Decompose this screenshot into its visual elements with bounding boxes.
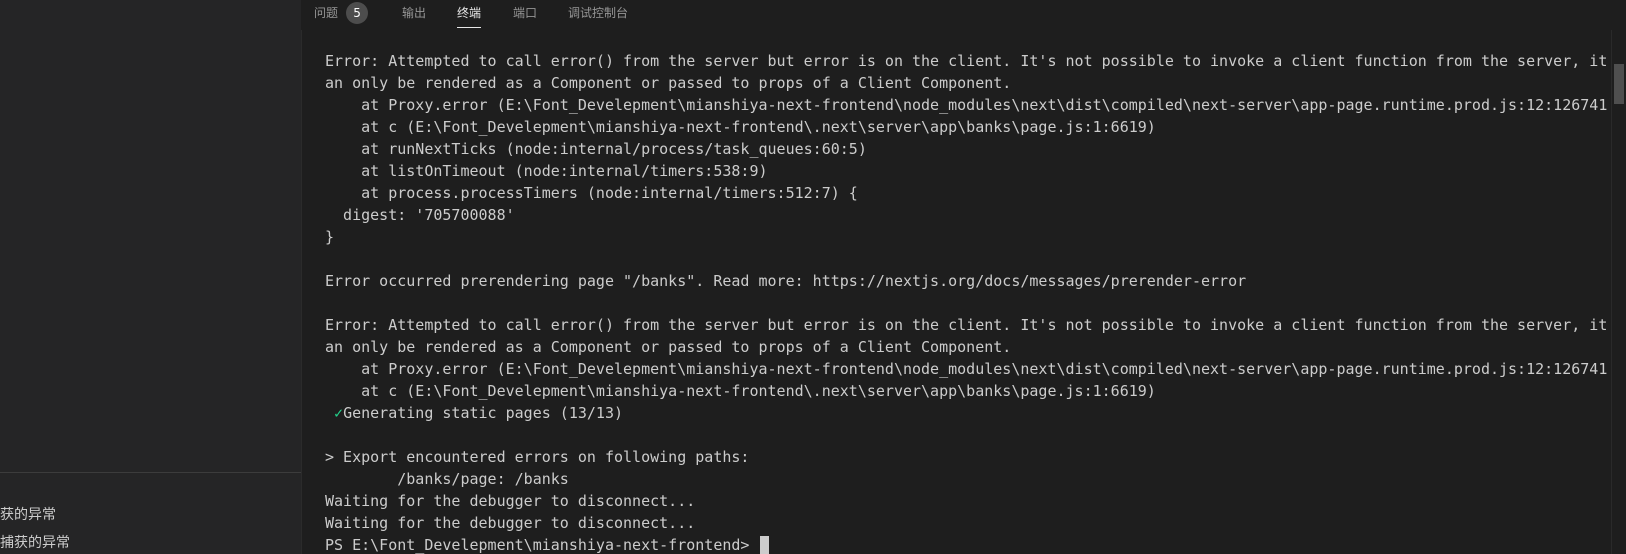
tab-debug-console[interactable]: 调试控制台	[568, 0, 628, 30]
tab-problems-label: 问题	[314, 6, 339, 20]
terminal-line: at c (E:\Font_Develepment\mianshiya-next…	[325, 118, 1156, 136]
terminal-line: }	[325, 228, 335, 246]
terminal-line: Waiting for the debugger to disconnect..…	[325, 492, 696, 510]
tab-terminal[interactable]: 终端	[457, 0, 482, 30]
terminal-line: Waiting for the debugger to disconnect..…	[325, 514, 696, 532]
terminal-output[interactable]: Error: Attempted to call error() from th…	[325, 50, 1610, 554]
terminal-line: digest: '705700088'	[325, 206, 515, 224]
terminal-line: an only be rendered as a Component or pa…	[325, 338, 1012, 356]
problems-count-badge: 5	[346, 1, 369, 24]
check-icon: ✓	[334, 404, 344, 422]
terminal-scrollbar[interactable]	[1611, 30, 1626, 554]
panel-tab-bar: 问题 5 输出 终端 端口 调试控制台	[301, 0, 1626, 30]
terminal-line-success: ✓Generating static pages (13/13)	[325, 402, 1610, 424]
scrollbar-thumb[interactable]	[1614, 64, 1624, 104]
tab-ports[interactable]: 端口	[513, 0, 537, 30]
panel-divider	[0, 472, 301, 473]
success-text: Generating static pages (13/13)	[343, 404, 624, 422]
terminal-line: Error: Attempted to call error() from th…	[325, 316, 1610, 334]
breakpoint-caught-exceptions[interactable]: 获的异常	[0, 503, 56, 527]
terminal-line: Error occurred prerendering page "/banks…	[325, 272, 1247, 290]
terminal-line: at Proxy.error (E:\Font_Develepment\mian…	[325, 360, 1610, 378]
terminal-line: at c (E:\Font_Develepment\mianshiya-next…	[325, 382, 1156, 400]
left-side-panel: 获的异常 捕获的异常	[0, 0, 302, 554]
terminal-prompt: PS E:\Font_Develepment\mianshiya-next-fr…	[325, 536, 759, 554]
terminal-line: > Export encountered errors on following…	[325, 448, 750, 466]
breakpoint-uncaught-exceptions[interactable]: 捕获的异常	[0, 531, 70, 554]
terminal-line: at listOnTimeout (node:internal/timers:5…	[325, 162, 768, 180]
terminal-line: an only be rendered as a Component or pa…	[325, 74, 1012, 92]
terminal-line: Error: Attempted to call error() from th…	[325, 52, 1610, 70]
tab-output[interactable]: 输出	[402, 0, 426, 30]
terminal-line: /banks/page: /banks	[325, 470, 569, 488]
tab-problems[interactable]: 问题 5	[314, 0, 369, 30]
terminal-prompt-line[interactable]: PS E:\Font_Develepment\mianshiya-next-fr…	[325, 534, 1610, 554]
terminal-line: at process.processTimers (node:internal/…	[325, 184, 858, 202]
terminal-line: at Proxy.error (E:\Font_Develepment\mian…	[325, 96, 1610, 114]
terminal-line: at runNextTicks (node:internal/process/t…	[325, 140, 867, 158]
terminal-cursor	[760, 535, 770, 554]
